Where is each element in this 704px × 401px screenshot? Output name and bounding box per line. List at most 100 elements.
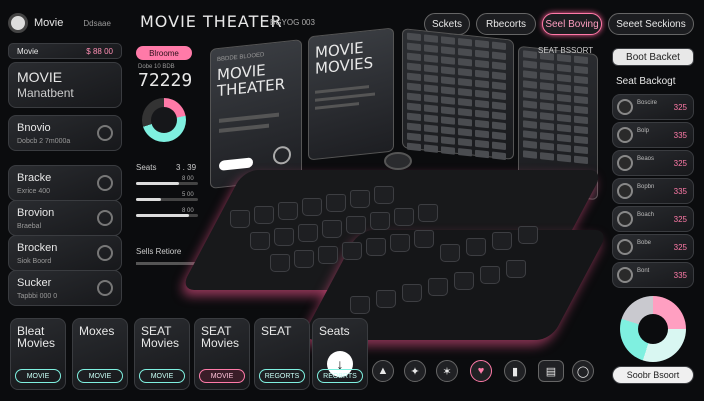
seat[interactable] bbox=[322, 220, 342, 238]
search-bar[interactable]: Movie $ 88 00 bbox=[8, 43, 122, 59]
seat[interactable] bbox=[480, 266, 500, 284]
slider-1[interactable] bbox=[136, 182, 198, 185]
seat[interactable] bbox=[342, 242, 362, 260]
card-button[interactable]: REOBRTS bbox=[317, 369, 363, 383]
booking-value: 335 bbox=[673, 271, 687, 280]
seat[interactable] bbox=[346, 216, 366, 234]
left-card-3[interactable]: Brovion Braebal bbox=[8, 200, 122, 236]
booking-row[interactable]: Boach 325 bbox=[612, 206, 694, 232]
play-icon[interactable] bbox=[273, 145, 291, 166]
sparkle-icon[interactable]: ✶ bbox=[436, 360, 458, 382]
seat[interactable] bbox=[376, 290, 396, 308]
left-card-sub: Exrice 400 bbox=[17, 188, 51, 195]
left-card-1[interactable]: Bnovio Dobcb 2 7m000a bbox=[8, 115, 122, 151]
seat[interactable] bbox=[274, 228, 294, 246]
card-button[interactable]: MOVIE bbox=[139, 369, 185, 383]
booking-row[interactable]: Bolp 335 bbox=[612, 122, 694, 148]
logo-icon bbox=[8, 13, 28, 33]
seat[interactable] bbox=[370, 212, 390, 230]
seat[interactable] bbox=[230, 210, 250, 228]
left-card-2[interactable]: Bracke Exrice 400 bbox=[8, 165, 122, 201]
browse-pill[interactable]: Blroome bbox=[136, 46, 192, 60]
slider-value: 8 00 bbox=[182, 208, 194, 214]
poster-movie-movies[interactable]: MOVIE MOVIES bbox=[308, 27, 394, 161]
booking-row[interactable]: Bobe 325 bbox=[612, 234, 694, 260]
seat[interactable] bbox=[418, 204, 438, 222]
bottom-card-6[interactable]: Seats ↓ REOBRTS bbox=[312, 318, 368, 390]
seat[interactable] bbox=[326, 194, 346, 212]
seat[interactable] bbox=[254, 206, 274, 224]
card-button[interactable]: MOVIE bbox=[77, 369, 123, 383]
card-button[interactable]: MOVIE bbox=[199, 369, 245, 383]
booking-row[interactable]: Boscire 325 bbox=[612, 94, 694, 120]
card-title: Moxes bbox=[79, 324, 115, 338]
bottom-card-3[interactable]: SEAT Movies MOVIE bbox=[134, 318, 190, 390]
card-button[interactable]: REGORTS bbox=[259, 369, 305, 383]
seat[interactable] bbox=[318, 246, 338, 264]
poster-movie-theater[interactable]: BBDDE BLOOED MOVIE THEATER bbox=[210, 39, 302, 189]
bottom-card-2[interactable]: Moxes MOVIE bbox=[72, 318, 128, 390]
poster-line bbox=[315, 85, 369, 94]
seat[interactable] bbox=[250, 232, 270, 250]
card-button[interactable]: MOVIE bbox=[15, 369, 61, 383]
booking-value: 325 bbox=[673, 215, 687, 224]
seat[interactable] bbox=[414, 230, 434, 248]
seat[interactable] bbox=[366, 238, 386, 256]
nav-seeet-seckions[interactable]: Seeet Seckions bbox=[608, 13, 694, 35]
seat-map-panel[interactable] bbox=[402, 28, 514, 161]
boot-backet-button[interactable]: Boot Backet bbox=[612, 48, 694, 66]
booking-value: 335 bbox=[673, 187, 687, 196]
seat[interactable] bbox=[270, 254, 290, 272]
left-card-title: Sucker bbox=[17, 277, 52, 289]
seat[interactable] bbox=[402, 284, 422, 302]
left-card-5[interactable]: Sucker Tapbbi 000 0 bbox=[8, 270, 122, 306]
bottom-card-4[interactable]: SEAT Movies MOVIE bbox=[194, 318, 250, 390]
projector-icon bbox=[384, 152, 412, 170]
seat[interactable] bbox=[350, 296, 370, 314]
seat[interactable] bbox=[466, 238, 486, 256]
ticket-icon[interactable]: ▤ bbox=[538, 360, 564, 382]
booking-label: Bont bbox=[637, 268, 650, 274]
booking-row[interactable]: Bont 335 bbox=[612, 262, 694, 288]
toggle-icon bbox=[97, 245, 113, 261]
bottom-card-1[interactable]: Bleat Movies MOVIE bbox=[10, 318, 66, 390]
seat[interactable] bbox=[294, 250, 314, 268]
seat[interactable] bbox=[394, 208, 414, 226]
app-logo[interactable]: Movie Ddsaae bbox=[8, 10, 120, 36]
seat[interactable] bbox=[492, 232, 512, 250]
seat[interactable] bbox=[374, 186, 394, 204]
booking-label: Boach bbox=[637, 212, 655, 218]
left-card-4[interactable]: Brocken Siok Boord bbox=[8, 235, 122, 271]
seat[interactable] bbox=[298, 224, 318, 242]
heart-icon[interactable]: ♥ bbox=[470, 360, 492, 382]
wedge-icon[interactable]: ▲ bbox=[372, 360, 394, 382]
nav-seel-boving[interactable]: Seel Boving bbox=[542, 13, 602, 35]
nav-rbecorts[interactable]: Rbecorts bbox=[476, 13, 536, 35]
brand-card: MOVIE Manatbent bbox=[8, 62, 122, 108]
seat[interactable] bbox=[390, 234, 410, 252]
poster-button[interactable] bbox=[219, 157, 253, 171]
avatar-icon bbox=[617, 155, 633, 171]
booking-row[interactable]: Bopbn 335 bbox=[612, 178, 694, 204]
seat[interactable] bbox=[278, 202, 298, 220]
poster-line bbox=[219, 112, 279, 123]
seat[interactable] bbox=[428, 278, 448, 296]
avatar-icon bbox=[617, 183, 633, 199]
bottom-card-5[interactable]: SEAT REGORTS bbox=[254, 318, 310, 390]
left-card-sub: Tapbbi 000 0 bbox=[17, 293, 58, 300]
seat[interactable] bbox=[454, 272, 474, 290]
card-title: SEAT Movies bbox=[141, 324, 180, 350]
seat[interactable] bbox=[350, 190, 370, 208]
seat[interactable] bbox=[506, 260, 526, 278]
seat[interactable] bbox=[440, 244, 460, 262]
avatar-icon bbox=[617, 99, 633, 115]
seat[interactable] bbox=[518, 226, 538, 244]
export-button[interactable]: Soobr Bsoort bbox=[612, 366, 694, 384]
booking-row[interactable]: Beaos 325 bbox=[612, 150, 694, 176]
slider-3[interactable] bbox=[136, 214, 198, 217]
slider-2[interactable] bbox=[136, 198, 198, 201]
seat[interactable] bbox=[302, 198, 322, 216]
card-icon[interactable]: ▮ bbox=[504, 360, 526, 382]
sparkle-icon[interactable]: ✦ bbox=[404, 360, 426, 382]
globe-icon[interactable]: ◯ bbox=[572, 360, 594, 382]
